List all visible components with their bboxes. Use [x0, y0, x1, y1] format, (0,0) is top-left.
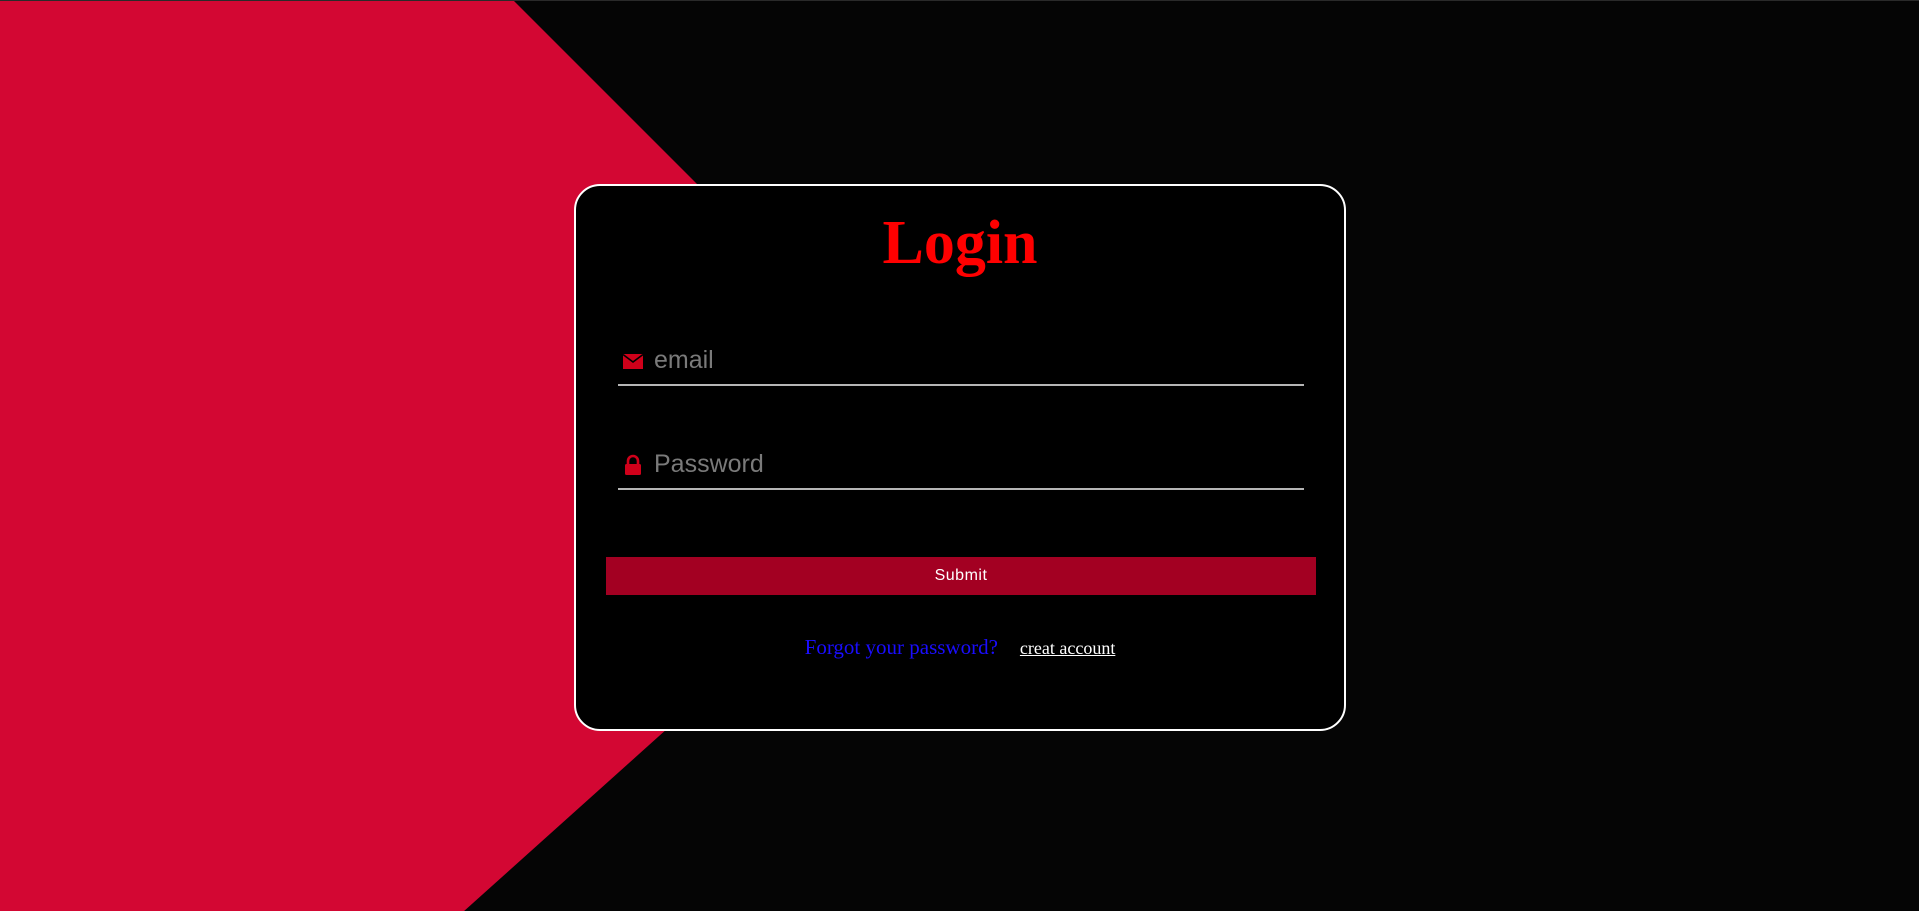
account-links: Forgot your password? creat account [576, 635, 1344, 660]
login-title: Login [882, 209, 1038, 277]
login-page: Login Submit Forgot your password? [0, 0, 1919, 911]
forgot-password-link[interactable]: Forgot your password? [805, 635, 998, 659]
password-field-container [618, 438, 1304, 490]
email-field-container [618, 334, 1304, 386]
email-input[interactable] [654, 340, 1294, 380]
envelope-icon [622, 350, 644, 372]
lock-icon [622, 454, 644, 476]
login-card: Login Submit Forgot your password? [574, 184, 1346, 731]
password-input[interactable] [654, 444, 1294, 484]
create-account-link[interactable]: creat account [1020, 638, 1115, 658]
submit-button[interactable]: Submit [606, 557, 1316, 595]
